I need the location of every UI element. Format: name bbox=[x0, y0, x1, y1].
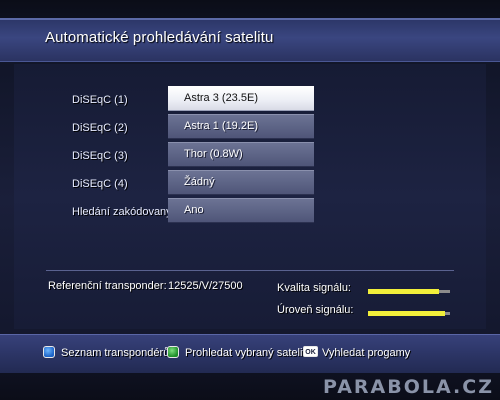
transponder-label: Referenční transponder: bbox=[48, 280, 167, 292]
scrambled-search-label: Hledání zakódovaný... bbox=[72, 206, 181, 218]
diseqc-1-label: DiSEqC (1) bbox=[72, 94, 128, 106]
diseqc-4-select[interactable]: Žádný bbox=[168, 170, 314, 195]
signal-quality-fill bbox=[368, 289, 439, 294]
transponder-list-hint[interactable]: Seznam transpondérů bbox=[61, 347, 169, 359]
signal-level-label: Úroveň signálu: bbox=[277, 304, 354, 316]
diseqc-2-select[interactable]: Astra 1 (19.2E) bbox=[168, 114, 314, 139]
signal-level-bar bbox=[368, 311, 450, 316]
divider bbox=[46, 270, 454, 271]
signal-quality-bar bbox=[368, 289, 450, 294]
diseqc-3-label: DiSEqC (3) bbox=[72, 150, 128, 162]
transponder-value: 12525/V/27500 bbox=[168, 280, 243, 292]
signal-quality-label: Kvalita signálu: bbox=[277, 282, 351, 294]
diseqc-1-select[interactable]: Astra 3 (23.5E) bbox=[168, 86, 314, 111]
tv-screen: Automatické prohledávání satelitu DiSEqC… bbox=[0, 0, 500, 400]
diseqc-2-label: DiSEqC (2) bbox=[72, 122, 128, 134]
ok-key-icon: OK bbox=[303, 346, 318, 357]
hint-bar: Seznam transpondérů Prohledat vybraný sa… bbox=[0, 334, 500, 373]
page-title: Automatické prohledávání satelitu bbox=[45, 29, 274, 46]
scan-selected-satellite-hint[interactable]: Prohledat vybraný satelit bbox=[185, 347, 305, 359]
scrambled-search-select[interactable]: Ano bbox=[168, 198, 314, 223]
diseqc-3-select[interactable]: Thor (0.8W) bbox=[168, 142, 314, 167]
green-key-icon bbox=[167, 346, 179, 358]
blue-key-icon bbox=[43, 346, 55, 358]
title-bar: Automatické prohledávání satelitu bbox=[0, 18, 500, 62]
signal-level-fill bbox=[368, 311, 446, 316]
search-programs-hint[interactable]: Vyhledat progamy bbox=[322, 347, 410, 359]
diseqc-4-label: DiSEqC (4) bbox=[72, 178, 128, 190]
watermark: PARABOLA.CZ bbox=[323, 376, 494, 398]
